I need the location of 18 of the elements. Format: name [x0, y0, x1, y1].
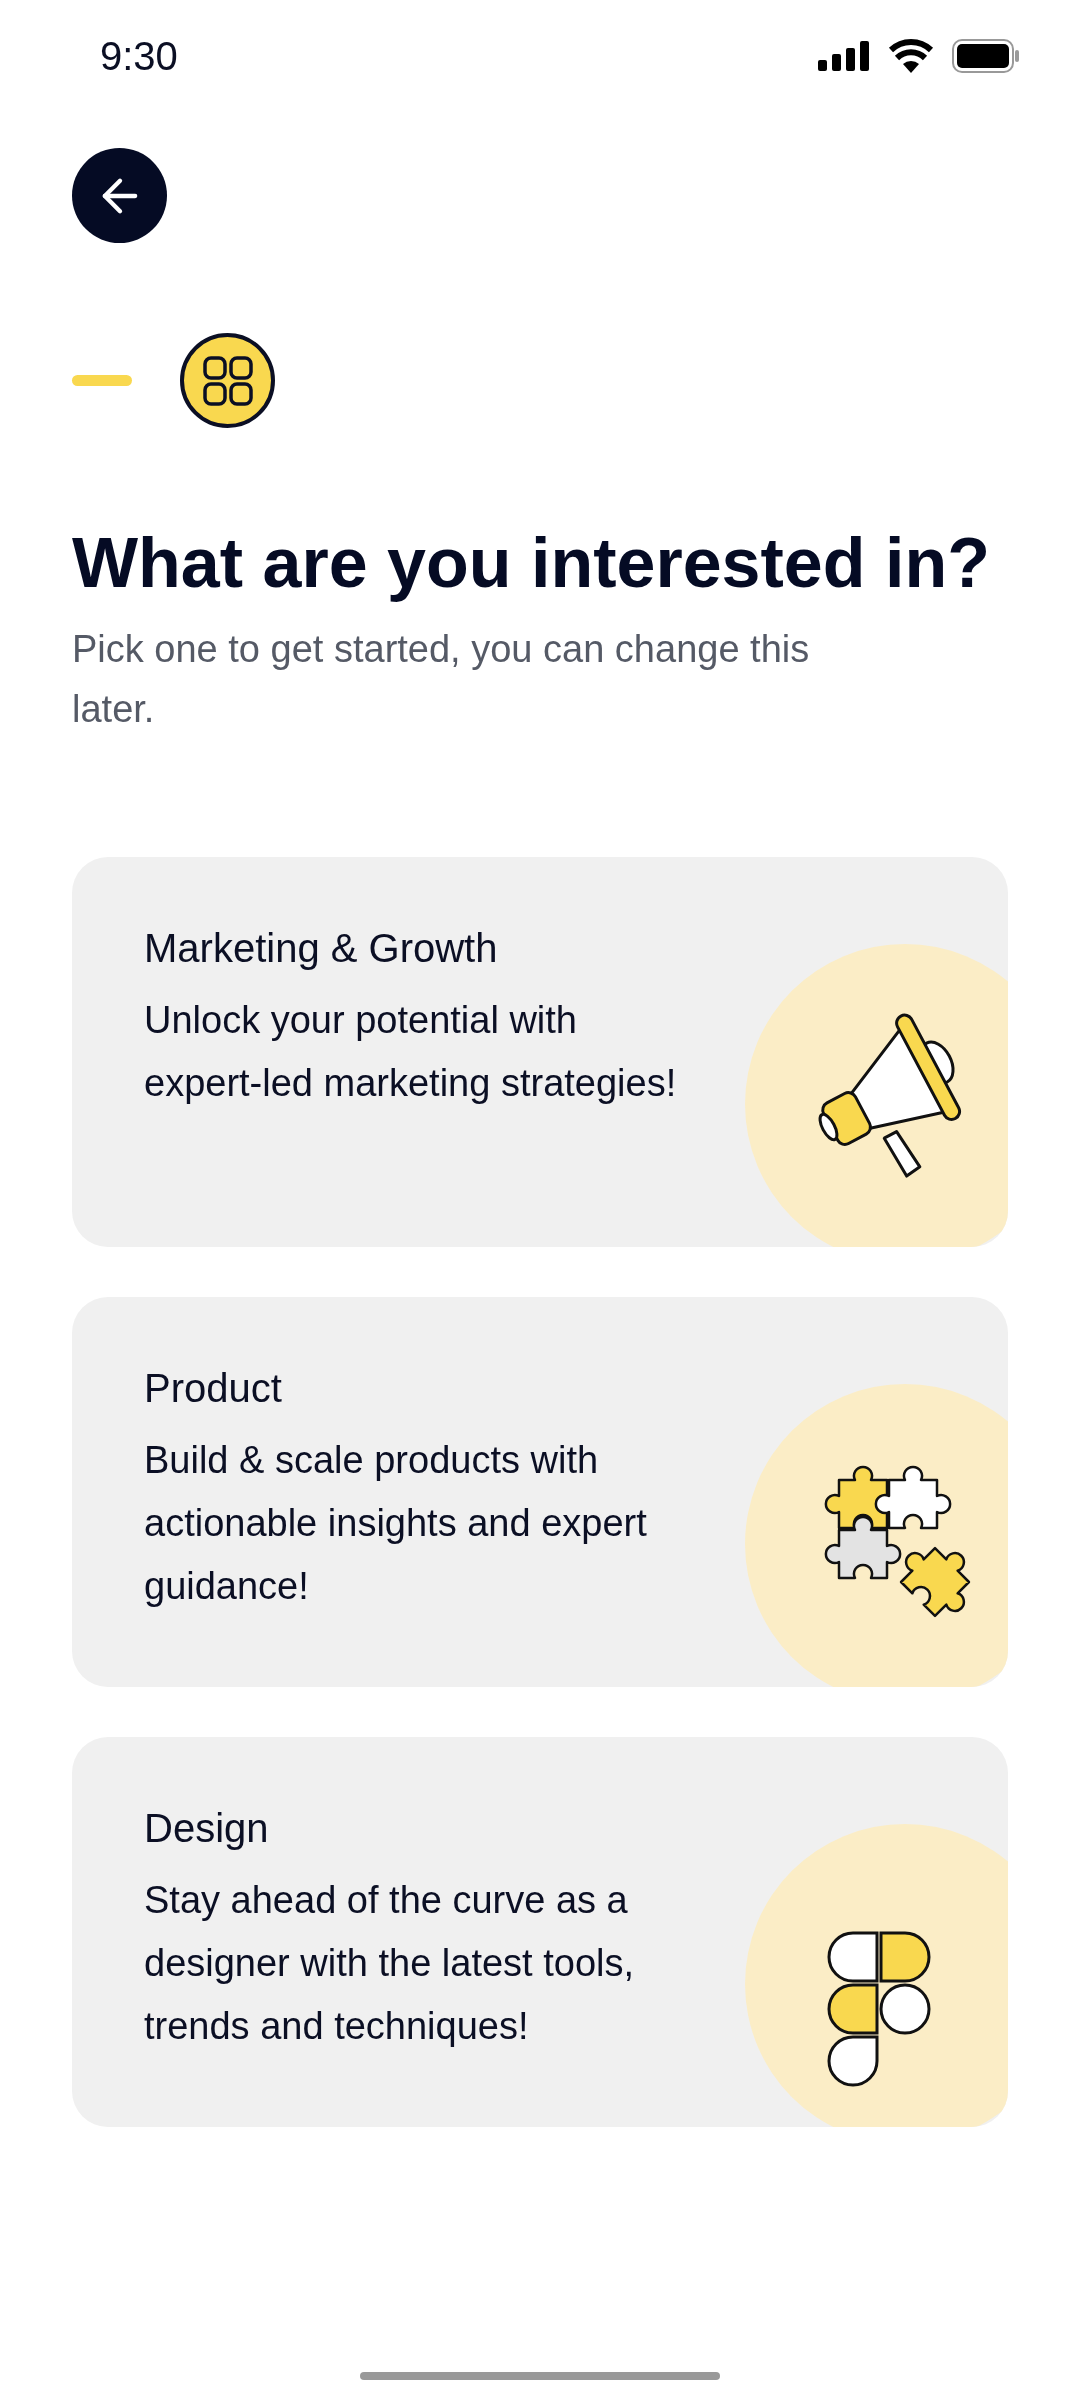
- option-description: Build & scale products with actionable insights and expert guidance!: [144, 1438, 648, 1609]
- signal-icon: [818, 41, 870, 71]
- option-card[interactable]: Design Stay ahead of the curve as a designer with the latest tools, trends and techniques!: [72, 1737, 1008, 2127]
- option-description: Stay ahead of the curve as a designer with the latest tools, trends and techniques!: [144, 1878, 636, 2049]
- option-title: Product: [144, 1365, 283, 1412]
- option-card[interactable]: Product Build & scale products with actionable insights and expert guidance!: [72, 1297, 1008, 1687]
- page-subtitle: Pick one to get started, you can change this later.: [71, 627, 811, 732]
- option-card[interactable]: Marketing & Growth Unlock your potential with expert-led marketing strategies!: [72, 857, 1008, 1247]
- option-title: Design: [144, 1805, 270, 1852]
- wifi-icon: [888, 39, 934, 73]
- grid-icon: [201, 354, 254, 407]
- option-title: Marketing & Growth: [144, 925, 499, 972]
- option-description: Unlock your potential with expert-led marketing strategies!: [144, 998, 678, 1106]
- puzzle-icon: [824, 1465, 971, 1618]
- status-time: 9:30: [100, 33, 178, 80]
- battery-icon: [952, 39, 1020, 73]
- shapes-icon: [827, 1931, 931, 2087]
- page-title: What are you interested in?: [71, 523, 991, 603]
